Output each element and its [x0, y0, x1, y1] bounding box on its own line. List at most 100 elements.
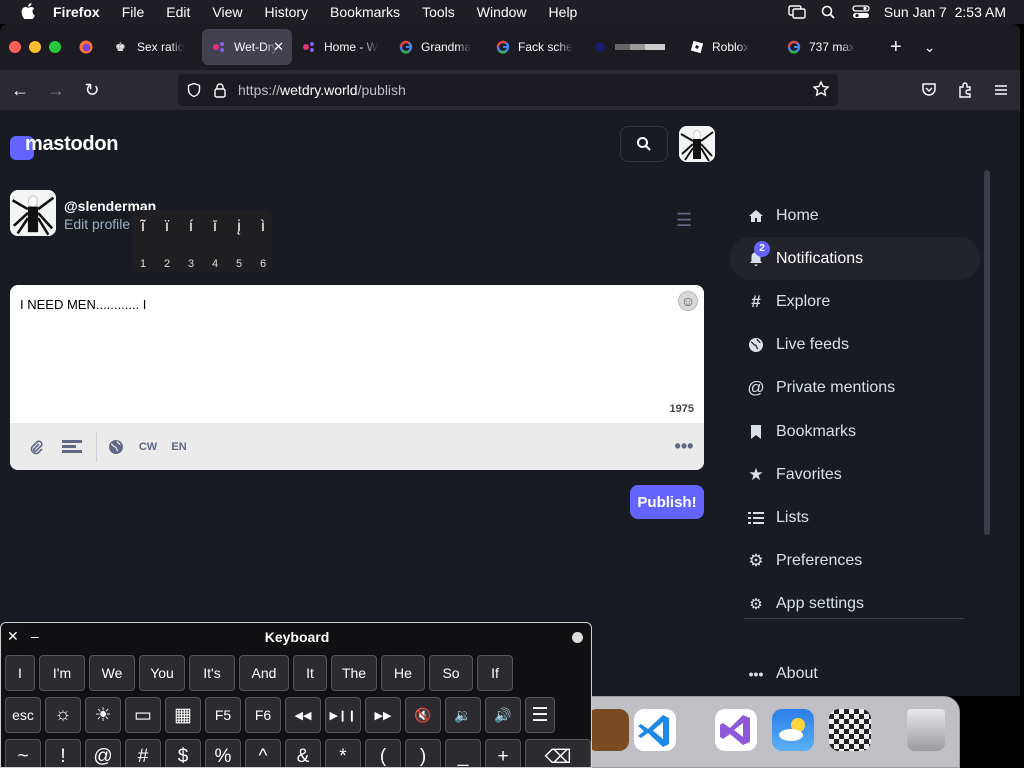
suggestion-key[interactable]: It [293, 655, 327, 691]
control-center-icon[interactable] [852, 5, 870, 19]
underscore-key[interactable]: _ [445, 739, 481, 767]
tab-roblox[interactable]: Roblox [680, 29, 777, 65]
lock-icon[interactable] [212, 82, 228, 98]
mission-control-icon[interactable]: ▭ [125, 697, 161, 733]
forward-icon[interactable]: → [38, 75, 74, 105]
list-all-tabs-icon[interactable]: ⌄ [924, 39, 936, 56]
menubar-datetime[interactable]: Sun Jan 7 2:53 AM [884, 4, 1006, 20]
search-button[interactable] [620, 126, 668, 162]
exclamation-key[interactable]: ! [45, 739, 81, 767]
left-paren-key[interactable]: ( [365, 739, 401, 767]
language-button[interactable]: EN [162, 441, 196, 453]
nav-favorites[interactable]: ★ Favorites [730, 453, 980, 496]
screen-mirroring-icon[interactable] [788, 5, 806, 19]
nav-live-feeds[interactable]: Live feeds [730, 324, 980, 367]
tab-fack-sche[interactable]: Fack sche [486, 29, 583, 65]
chess-icon[interactable] [829, 709, 871, 751]
caret-key[interactable]: ^ [245, 739, 281, 767]
suggestion-key[interactable]: The [331, 655, 377, 691]
menu-app-name[interactable]: Firefox [53, 4, 100, 20]
tab-firefox-view[interactable] [71, 29, 105, 65]
menu-bookmarks[interactable]: Bookmarks [330, 4, 400, 20]
tab-unnamed[interactable] [583, 29, 680, 65]
nav-about[interactable]: ••• About [730, 652, 818, 695]
profile-avatar[interactable] [10, 190, 56, 236]
menu-window[interactable]: Window [477, 4, 527, 20]
suggestion-key[interactable]: We [89, 655, 135, 691]
shield-icon[interactable] [186, 82, 202, 98]
accent-option[interactable]: ì [257, 218, 269, 236]
suggestion-key[interactable]: If [477, 655, 513, 691]
play-pause-icon[interactable]: ▶❙❙ [325, 697, 361, 733]
menu-file[interactable]: File [122, 4, 145, 20]
suggestion-key[interactable]: You [139, 655, 185, 691]
scrollbar[interactable] [984, 170, 990, 535]
tab-grandma[interactable]: Grandma [389, 29, 486, 65]
nav-app-settings[interactable]: ⚙ App settings [730, 583, 980, 626]
rewind-icon[interactable]: ◀◀ [285, 697, 321, 733]
tab-737-max[interactable]: 737 max [777, 29, 874, 65]
minimize-window-button[interactable] [29, 41, 41, 53]
menu-key-icon[interactable]: ☰ [525, 697, 555, 733]
more-options-icon[interactable]: ••• [664, 436, 704, 457]
keyboard-options-icon[interactable] [572, 632, 583, 643]
trash-icon[interactable] [907, 709, 945, 751]
volume-down-icon[interactable]: 🔉 [445, 697, 481, 733]
menu-edit[interactable]: Edit [166, 4, 190, 20]
esc-key[interactable]: esc [5, 697, 41, 733]
suggestion-key[interactable]: I'm [39, 655, 85, 691]
suggestion-key[interactable]: He [381, 655, 425, 691]
f5-key[interactable]: F5 [205, 697, 241, 733]
new-tab-icon[interactable]: + [890, 36, 902, 59]
suggestion-key[interactable]: So [429, 655, 473, 691]
percent-key[interactable]: % [205, 739, 241, 767]
tab-wet-dry[interactable]: Wet-Dry ✕ [202, 29, 292, 65]
close-window-button[interactable] [9, 41, 21, 53]
plus-key[interactable]: + [485, 739, 521, 767]
spotlight-search-icon[interactable] [820, 5, 838, 19]
mastodon-logo[interactable]: mastodon [10, 128, 118, 160]
nav-notifications[interactable]: 2 Notifications [730, 237, 980, 281]
poll-icon[interactable] [58, 439, 86, 454]
menu-help[interactable]: Help [549, 4, 578, 20]
back-icon[interactable]: ← [2, 75, 38, 105]
accent-option[interactable]: ï [161, 218, 173, 236]
brightness-down-icon[interactable]: ☼ [45, 697, 81, 733]
f6-key[interactable]: F6 [245, 697, 281, 733]
suggestion-key[interactable]: And [239, 655, 289, 691]
account-avatar[interactable] [679, 126, 715, 162]
accent-option[interactable]: ī [209, 218, 221, 236]
ampersand-key[interactable]: & [285, 739, 321, 767]
accent-option[interactable]: į [233, 218, 245, 236]
reload-icon[interactable]: ↻ [74, 75, 110, 105]
nav-private-mentions[interactable]: @ Private mentions [730, 367, 980, 410]
publish-button[interactable]: Publish! [630, 485, 704, 519]
nav-home[interactable]: Home [730, 194, 980, 237]
extensions-icon[interactable] [956, 81, 974, 99]
nav-bookmarks[interactable]: Bookmarks [730, 410, 980, 453]
accent-option[interactable]: í [185, 218, 197, 236]
suggestion-key[interactable]: I [5, 655, 35, 691]
hash-key[interactable]: # [125, 739, 161, 767]
suggestion-key[interactable]: It's [189, 655, 235, 691]
fast-forward-icon[interactable]: ▶▶ [365, 697, 401, 733]
nav-about-item[interactable]: ••• About [730, 652, 818, 695]
brightness-up-icon[interactable]: ☀ [85, 697, 121, 733]
right-paren-key[interactable]: ) [405, 739, 441, 767]
tab-home[interactable]: Home - W [292, 29, 389, 65]
volume-up-icon[interactable]: 🔊 [485, 697, 521, 733]
bookmark-star-icon[interactable] [812, 80, 830, 98]
url-bar[interactable]: https://wetdry.world/publish [178, 74, 838, 106]
nav-lists[interactable]: Lists [730, 496, 980, 539]
maximize-window-button[interactable] [49, 41, 61, 53]
compose-menu-icon[interactable]: ☰ [676, 210, 692, 231]
tab-sex-ratio[interactable]: ♚ Sex ratio [105, 29, 202, 65]
guitar-app-icon[interactable] [587, 709, 629, 751]
mute-icon[interactable]: 🔇 [405, 697, 441, 733]
launchpad-icon[interactable]: ▦ [165, 697, 201, 733]
at-key[interactable]: @ [85, 739, 121, 767]
menu-history[interactable]: History [264, 4, 308, 20]
accent-option[interactable]: ĩ [137, 218, 149, 236]
dollar-key[interactable]: $ [165, 739, 201, 767]
close-tab-icon[interactable]: ✕ [273, 39, 284, 55]
